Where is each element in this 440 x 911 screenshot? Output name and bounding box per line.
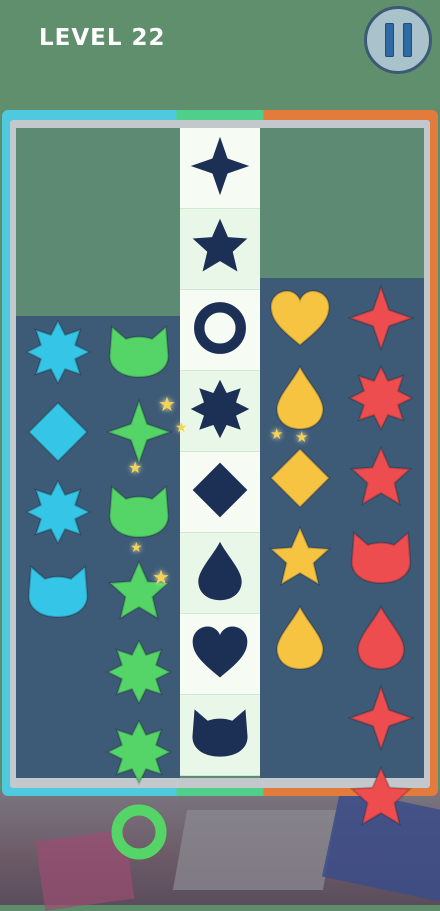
cyan-octagram-piece[interactable]	[23, 477, 93, 547]
target-slot-star	[180, 209, 260, 290]
sparkle: ★	[270, 425, 284, 443]
target-slot-diamond	[180, 452, 260, 533]
heart-icon	[187, 619, 253, 689]
target-column	[180, 128, 260, 776]
diamond-icon	[187, 457, 253, 527]
green-cat-piece[interactable]	[104, 317, 174, 387]
yellow-diamond-piece[interactable]	[265, 443, 335, 513]
target-slot-ring	[180, 290, 260, 371]
red-octagram-piece[interactable]	[346, 363, 416, 433]
pause-icon	[384, 23, 394, 57]
target-slot-four-point-star	[180, 128, 260, 209]
green-ring-piece[interactable]	[104, 797, 174, 867]
yellow-heart-piece[interactable]	[265, 283, 335, 353]
cyan-cat-piece[interactable]	[23, 557, 93, 627]
four-point-star-icon	[187, 133, 253, 203]
red-four-point-star-piece[interactable]	[346, 683, 416, 753]
target-slot-cat	[180, 695, 260, 776]
red-cat-piece[interactable]	[346, 523, 416, 593]
sparkle: ★	[295, 428, 309, 446]
target-slot-heart	[180, 614, 260, 695]
red-star-piece[interactable]	[346, 443, 416, 513]
pause-button[interactable]	[364, 6, 432, 74]
sparkle: ★	[130, 540, 143, 556]
sparkle: ★	[175, 420, 188, 436]
yellow-drop-piece[interactable]	[265, 363, 335, 433]
yellow-star-piece[interactable]	[265, 523, 335, 593]
red-star-piece[interactable]	[346, 763, 416, 833]
star-icon	[187, 214, 253, 284]
sparkle: ★	[152, 565, 170, 589]
cat-icon	[187, 700, 253, 770]
green-octagram-piece[interactable]	[104, 717, 174, 787]
background-shape	[172, 810, 338, 890]
yellow-drop-piece[interactable]	[265, 603, 335, 673]
level-title: LEVEL 22	[39, 25, 166, 51]
red-drop-piece[interactable]	[346, 603, 416, 673]
drop-icon	[187, 538, 253, 608]
red-four-point-star-piece[interactable]	[346, 283, 416, 353]
sparkle: ★	[128, 458, 143, 477]
green-octagram-piece[interactable]	[104, 637, 174, 707]
octagram-icon	[187, 376, 253, 446]
target-slot-octagram	[180, 371, 260, 452]
pause-icon	[402, 23, 412, 57]
cyan-diamond-piece[interactable]	[23, 397, 93, 467]
sparkle: ★	[158, 392, 176, 416]
green-cat-piece[interactable]	[104, 477, 174, 547]
cyan-octagram-piece[interactable]	[23, 317, 93, 387]
target-slot-drop	[180, 533, 260, 614]
ring-icon	[187, 295, 253, 365]
